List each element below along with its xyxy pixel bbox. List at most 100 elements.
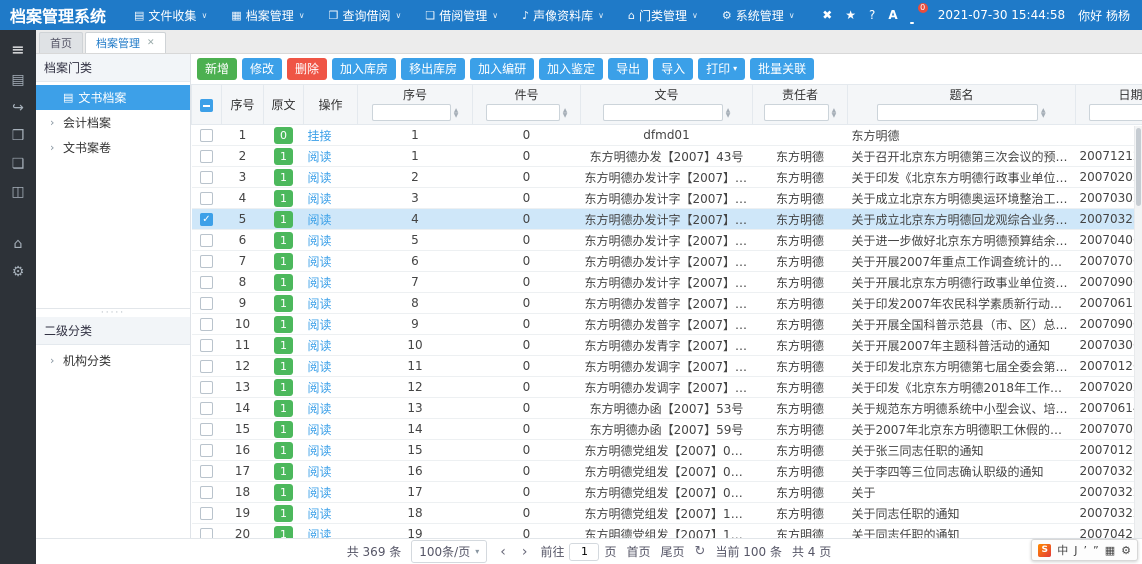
menu-item-system-management[interactable]: ⚙系统管理∨: [710, 0, 807, 30]
filter-input-doc-no[interactable]: [603, 104, 723, 121]
menu-item-category-management[interactable]: ⌂门类管理∨: [616, 0, 710, 30]
read-link[interactable]: 阅读: [308, 234, 332, 248]
sort-desc-icon[interactable]: ▼: [832, 113, 837, 118]
ime-item-0[interactable]: 中: [1057, 542, 1068, 558]
bank-icon[interactable]: ⌂: [0, 230, 36, 258]
first-page-link[interactable]: 首页: [627, 543, 651, 560]
row-checkbox[interactable]: [200, 402, 213, 415]
scrollbar-thumb[interactable]: [1136, 128, 1141, 206]
row-checkbox[interactable]: [200, 192, 213, 205]
help-icon[interactable]: ?: [869, 8, 875, 22]
book-icon[interactable]: ❒: [0, 122, 36, 150]
row-checkbox[interactable]: [200, 255, 213, 268]
row-checkbox[interactable]: [200, 318, 213, 331]
read-link[interactable]: 阅读: [308, 339, 332, 353]
delete-button[interactable]: 删除: [287, 58, 327, 80]
read-link[interactable]: 阅读: [308, 465, 332, 479]
read-link[interactable]: 阅读: [308, 507, 332, 521]
read-link[interactable]: 阅读: [308, 276, 332, 290]
menu-icon[interactable]: ≡: [0, 35, 36, 63]
row-checkbox[interactable]: [200, 507, 213, 520]
bookmark-icon[interactable]: ❏: [0, 150, 36, 178]
filter-input-seq[interactable]: [372, 104, 451, 121]
filter-input-responsible[interactable]: [764, 104, 829, 121]
table-row[interactable]: 91阅读80东方明德办发普字【2007】25号东方明德关于印发2007年农民科学…: [192, 293, 1142, 314]
ime-item-2[interactable]: ’: [1084, 544, 1088, 557]
read-link[interactable]: 阅读: [308, 402, 332, 416]
read-link[interactable]: 阅读: [308, 381, 332, 395]
favorite-icon[interactable]: ★: [845, 8, 856, 22]
close-all-icon[interactable]: ✖: [822, 8, 832, 22]
row-checkbox[interactable]: [200, 171, 213, 184]
ime-logo-icon[interactable]: S: [1038, 544, 1051, 557]
row-checkbox[interactable]: [200, 423, 213, 436]
row-checkbox[interactable]: [200, 234, 213, 247]
remove-from-storeroom-button[interactable]: 移出库房: [401, 58, 465, 80]
table-row[interactable]: 81阅读70东方明德办发计字【2007】33号东方明德关于开展北京东方明德行政事…: [192, 272, 1142, 293]
filter-input-date[interactable]: [1089, 104, 1142, 121]
row-checkbox[interactable]: [200, 129, 213, 142]
read-link[interactable]: 阅读: [308, 318, 332, 332]
settings-icon[interactable]: ⚙: [1121, 544, 1131, 557]
edit-button[interactable]: 修改: [242, 58, 282, 80]
menu-item-av-library[interactable]: ♪声像资料库∨: [510, 0, 616, 30]
sort-desc-icon[interactable]: ▼: [726, 113, 731, 118]
table-row[interactable]: 121阅读110东方明德办发调字【2007】3号东方明德关于印发北京东方明德第七…: [192, 356, 1142, 377]
table-row[interactable]: 161阅读150东方明德党组发【2007】02号东方明德关于张三同志任职的通知2…: [192, 440, 1142, 461]
tree-node-accounting-archive[interactable]: ›会计档案: [36, 110, 190, 135]
table-row[interactable]: 61阅读50东方明德办发计字【2007】15号东方明德关于进一步做好北京东方明德…: [192, 230, 1142, 251]
menu-item-query-borrowing[interactable]: ❒查询借阅∨: [317, 0, 414, 30]
table-row[interactable]: 151阅读140东方明德办函【2007】59号东方明德关于2007年北京东方明德…: [192, 419, 1142, 440]
row-checkbox[interactable]: [200, 297, 213, 310]
prev-page-button[interactable]: ‹: [497, 545, 509, 559]
filter-input-title[interactable]: [877, 104, 1038, 121]
add-button[interactable]: 新增: [197, 58, 237, 80]
menu-item-borrowing-management[interactable]: ❏借阅管理∨: [413, 0, 510, 30]
filter-input-item-no[interactable]: [486, 104, 560, 121]
sort-desc-icon[interactable]: ▼: [1041, 113, 1046, 118]
table-row[interactable]: 21阅读10东方明德办发【2007】43号东方明德关于召开北京东方明德第三次会议…: [192, 146, 1142, 167]
share-icon[interactable]: ↪: [0, 94, 36, 122]
panel-splitter[interactable]: ·····: [36, 308, 190, 317]
import-button[interactable]: 导入: [653, 58, 693, 80]
menu-item-archive-management[interactable]: ▦档案管理∨: [219, 0, 316, 30]
doc-icon[interactable]: ▤: [0, 66, 36, 94]
row-checkbox[interactable]: [200, 486, 213, 499]
read-link[interactable]: 阅读: [308, 423, 332, 437]
close-icon[interactable]: ✕: [147, 38, 155, 48]
row-checkbox[interactable]: [200, 381, 213, 394]
read-link[interactable]: 阅读: [308, 360, 332, 374]
tree-node-document-archive[interactable]: ▤文书档案: [36, 85, 190, 110]
menu-item-file-collection[interactable]: ▤文件收集∨: [122, 0, 219, 30]
ime-item-1[interactable]: J: [1074, 544, 1077, 557]
read-link[interactable]: 阅读: [308, 255, 332, 269]
row-checkbox[interactable]: [200, 276, 213, 289]
goto-page-input[interactable]: [569, 543, 599, 561]
notification-bell-icon[interactable]: 0: [911, 8, 925, 22]
read-link[interactable]: 阅读: [308, 213, 332, 227]
read-link[interactable]: 阅读: [308, 150, 332, 164]
page-size-select[interactable]: 100条/页 ▾: [411, 540, 487, 563]
refresh-icon[interactable]: ↻: [695, 544, 706, 559]
table-row[interactable]: 10挂接10dfmd01东方明德: [192, 125, 1142, 146]
read-link[interactable]: 阅读: [308, 192, 332, 206]
read-link[interactable]: 阅读: [308, 444, 332, 458]
row-checkbox[interactable]: [200, 465, 213, 478]
font-size-icon[interactable]: A: [888, 8, 897, 22]
sort-desc-icon[interactable]: ▼: [454, 113, 459, 118]
tree-node-org-classification[interactable]: ›机构分类: [36, 348, 190, 373]
tab-home[interactable]: 首页: [39, 32, 83, 53]
batch-link-button[interactable]: 批量关联: [750, 58, 814, 80]
table-row[interactable]: 191阅读180东方明德党组发【2007】10号东方明德关于同志任职的通知200…: [192, 503, 1142, 524]
row-checkbox[interactable]: [200, 339, 213, 352]
tab-archive-management[interactable]: 档案管理✕: [85, 32, 166, 53]
table-row[interactable]: 71阅读60东方明德办发计字【2007】27号东方明德关于开展2007年重点工作…: [192, 251, 1142, 272]
disk-icon[interactable]: ◫: [0, 178, 36, 206]
read-link[interactable]: 阅读: [308, 297, 332, 311]
export-button[interactable]: 导出: [608, 58, 648, 80]
table-row[interactable]: 31阅读20东方明德办发计字【2007】4号东方明德关于印发《北京东方明德行政事…: [192, 167, 1142, 188]
table-row[interactable]: ✓51阅读40东方明德办发计字【2007】11号东方明德关于成立北京东方明德回龙…: [192, 209, 1142, 230]
table-row[interactable]: 141阅读130东方明德办函【2007】53号东方明德关于规范东方明德系统中小型…: [192, 398, 1142, 419]
row-checkbox[interactable]: [200, 150, 213, 163]
user-greeting[interactable]: 你好 杨杨: [1078, 7, 1130, 24]
